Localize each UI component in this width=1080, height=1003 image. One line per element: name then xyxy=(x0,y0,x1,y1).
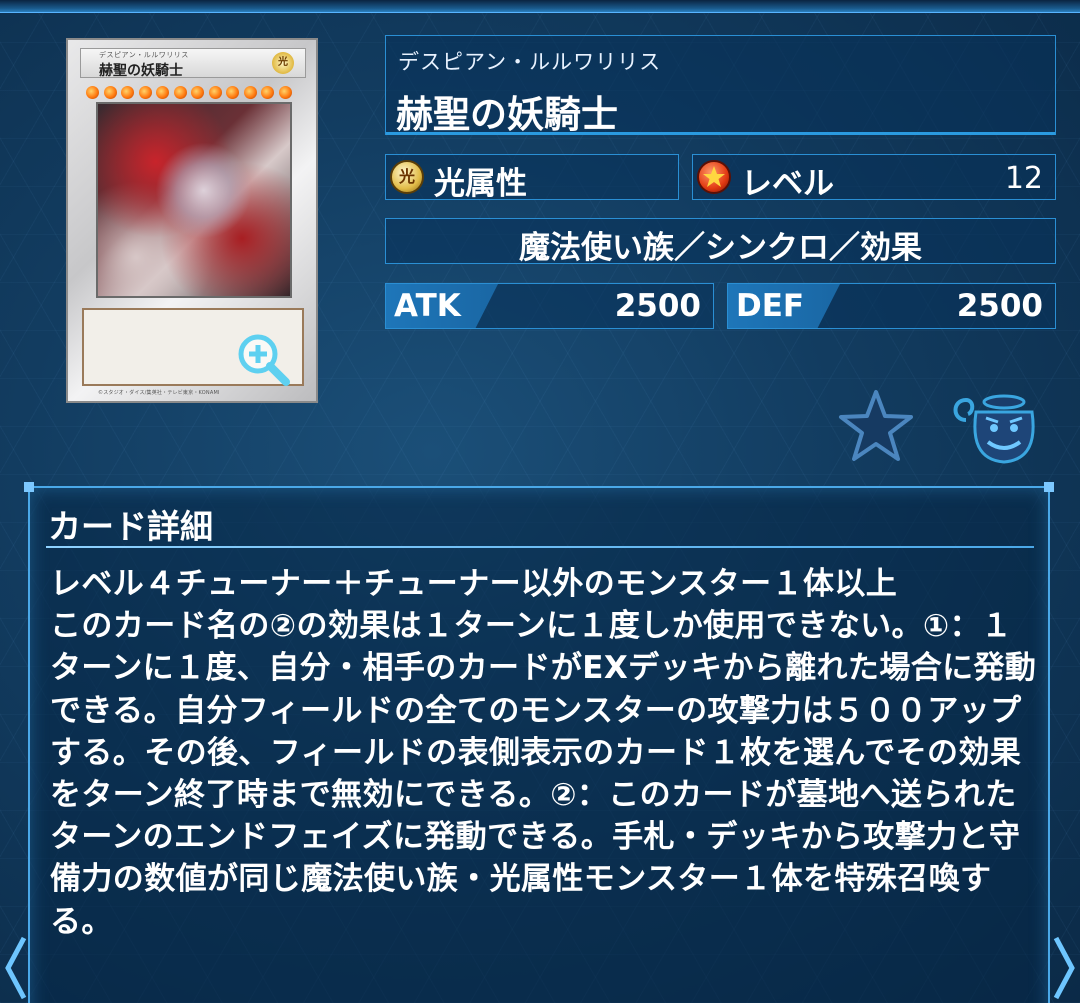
previous-arrow-icon[interactable] xyxy=(0,932,30,1003)
star-icon[interactable] xyxy=(838,388,914,464)
top-bar xyxy=(0,0,1080,13)
level-star-icon xyxy=(697,160,731,194)
card-level-star xyxy=(226,86,239,99)
pot-of-greed-icon[interactable] xyxy=(948,390,1040,466)
card-image-attribute-icon: 光 xyxy=(272,52,294,74)
detail-title: カード詳細 xyxy=(48,507,213,546)
card-effect-text: レベル４チューナー＋チューナー以外のモンスター１体以上 このカード名の②の効果は… xyxy=(50,566,1037,940)
level-value: 12 xyxy=(1004,161,1043,196)
card-level-star xyxy=(173,86,187,99)
attribute-label: 光属性 xyxy=(434,166,527,202)
detail-divider xyxy=(46,546,1034,548)
card-type: 魔法使い族／シンクロ／効果 xyxy=(519,230,922,266)
atk-label: ATK xyxy=(394,288,461,324)
def-label: DEF xyxy=(736,288,805,324)
card-level-star xyxy=(261,86,274,99)
card-image-name: 赫聖の妖騎士 xyxy=(99,63,183,79)
card-image-level-stars xyxy=(86,84,304,99)
light-attribute-icon: 光 xyxy=(390,160,424,194)
card-name: 赫聖の妖騎士 xyxy=(396,93,618,136)
card-image-ruby: デスピアン・ルルワリリス xyxy=(99,51,189,59)
card-ruby: デスピアン・ルルワリリス xyxy=(398,50,662,74)
card-artwork xyxy=(96,102,292,298)
card-level-star xyxy=(103,86,117,99)
card-level-star xyxy=(86,86,99,99)
def-value: 2500 xyxy=(956,288,1043,324)
card-image[interactable]: デスピアン・ルルワリリス 赫聖の妖騎士 光 ©スタジオ・ダイス/集英社・テレビ東… xyxy=(66,38,318,403)
def-panel: DEF 2500 xyxy=(727,283,1056,329)
card-level-star xyxy=(121,86,134,99)
attribute-panel: 光 光属性 xyxy=(385,154,679,202)
card-level-star xyxy=(191,86,204,99)
card-level-star xyxy=(156,86,169,99)
panel-corner-marker xyxy=(24,482,34,492)
card-level-star xyxy=(243,86,257,99)
level-label: レベル xyxy=(741,166,834,202)
card-image-copyright: ©スタジオ・ダイス/集英社・テレビ東京・KONAMI xyxy=(98,390,220,396)
atk-value: 2500 xyxy=(614,288,701,324)
magnify-plus-icon[interactable] xyxy=(234,330,292,388)
level-panel: レベル 12 xyxy=(692,154,1056,202)
card-level-star xyxy=(138,86,152,99)
type-panel: 魔法使い族／シンクロ／効果 xyxy=(385,218,1056,266)
next-arrow-icon[interactable] xyxy=(1050,932,1080,1003)
card-name-panel: デスピアン・ルルワリリス 赫聖の妖騎士 xyxy=(385,35,1056,136)
atk-panel: ATK 2500 xyxy=(385,283,714,329)
card-detail-panel[interactable]: カード詳細 レベル４チューナー＋チューナー以外のモンスター１体以上 このカード名… xyxy=(24,482,1054,1003)
card-level-star xyxy=(278,86,292,99)
panel-corner-marker xyxy=(1044,482,1054,492)
card-level-star xyxy=(208,86,222,99)
